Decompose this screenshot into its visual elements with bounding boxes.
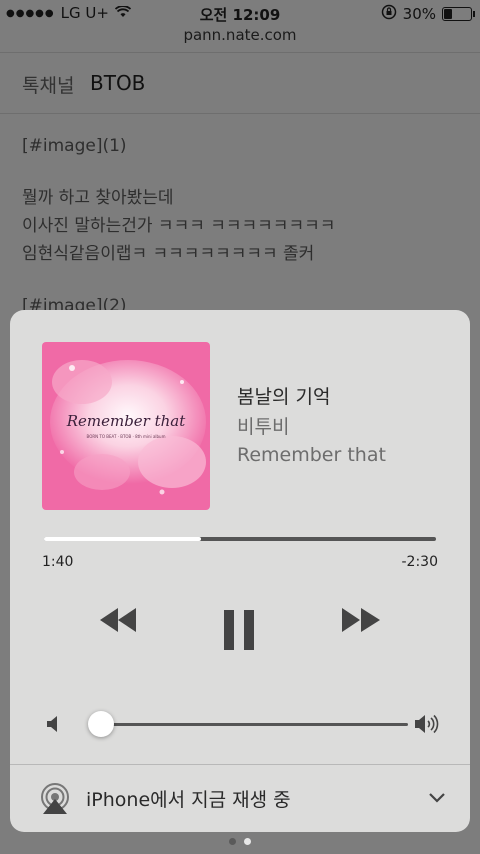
- track-title: 봄날의 기억: [237, 386, 331, 408]
- address-bar-url[interactable]: pann.nate.com: [0, 26, 480, 44]
- track-artist: 비투비: [237, 416, 290, 438]
- playback-progress: [44, 537, 201, 541]
- rotation-lock-icon: [381, 4, 397, 24]
- now-playing-card: Remember that BORN TO BEAT · BTOB · 8th …: [10, 310, 470, 832]
- remaining-time: -2:30: [401, 554, 439, 570]
- airplay-icon: [39, 783, 71, 819]
- artwork-subtext: BORN TO BEAT · BTOB · 8th mini album: [86, 434, 166, 439]
- volume-high-icon: [415, 714, 439, 738]
- channel-label: 톡채널: [22, 75, 75, 97]
- album-artwork: Remember that BORN TO BEAT · BTOB · 8th …: [42, 342, 210, 510]
- volume-low-icon: [47, 716, 61, 736]
- elapsed-time: 1:40: [42, 554, 74, 570]
- volume-slider-knob[interactable]: [87, 711, 114, 737]
- control-center-page-indicator[interactable]: [0, 838, 480, 845]
- article-line: 뭘까 하고 찾아봤는데: [22, 188, 174, 208]
- battery-group: 30%: [381, 4, 475, 24]
- airplay-label: iPhone에서 지금 재생 중: [86, 789, 291, 811]
- battery-percent: 30%: [402, 5, 436, 23]
- fast-forward-icon: [342, 608, 380, 632]
- battery-icon: [442, 7, 475, 21]
- page-dot-active[interactable]: [244, 838, 251, 845]
- channel-header: 톡채널 BTOB: [0, 52, 480, 114]
- status-bar: ●●●●● LG U+ 오전 12:09 30%: [0, 0, 480, 26]
- chevron-down-icon[interactable]: [428, 789, 446, 808]
- playback-scrubber[interactable]: [44, 537, 436, 541]
- pause-button[interactable]: [223, 610, 255, 654]
- track-album: Remember that: [237, 444, 386, 466]
- fast-forward-button[interactable]: [340, 606, 382, 638]
- article-line: 임현식같음이랩ㅋ ㅋㅋㅋㅋㅋㅋㅋㅋ 졸커: [22, 244, 315, 264]
- article-paragraph: 뭘까 하고 찾아봤는데 이사진 말하는건가 ㅋㅋㅋ ㅋㅋㅋㅋㅋㅋㅋㅋ 임현식같음…: [22, 184, 460, 268]
- rewind-icon: [100, 608, 136, 632]
- image-placeholder-1: [#image](1): [22, 136, 127, 156]
- channel-name[interactable]: BTOB: [90, 71, 145, 95]
- volume-slider[interactable]: [88, 723, 408, 726]
- page-dot[interactable]: [229, 838, 236, 845]
- pause-icon: [224, 610, 254, 650]
- article-line: 이사진 말하는건가 ㅋㅋㅋ ㅋㅋㅋㅋㅋㅋㅋㅋ: [22, 216, 336, 236]
- artwork-title-text: Remember that: [66, 412, 186, 430]
- airplay-output-selector[interactable]: iPhone에서 지금 재생 중: [10, 765, 470, 832]
- rewind-button[interactable]: [98, 606, 138, 638]
